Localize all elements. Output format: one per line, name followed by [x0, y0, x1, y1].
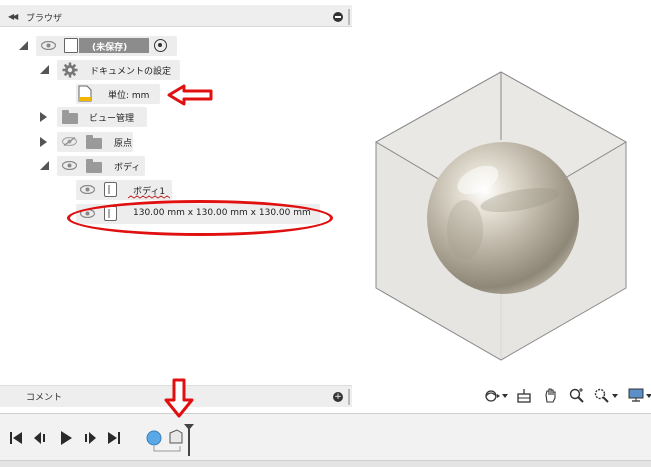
timeline-footer	[0, 460, 651, 467]
component-icon	[64, 38, 78, 53]
timeline-marker	[188, 428, 190, 456]
eye-hidden-icon[interactable]	[62, 137, 77, 146]
units-label: 単位: mm	[108, 91, 150, 101]
timeline-features[interactable]	[144, 424, 200, 458]
panel-divider[interactable]	[348, 9, 350, 25]
expand-triangle-root[interactable]	[19, 41, 28, 50]
annotation-arrow-down	[164, 378, 194, 418]
expand-triangle-view-mgmt[interactable]	[40, 112, 47, 122]
folder-icon	[86, 135, 102, 149]
pan-icon[interactable]	[542, 387, 560, 403]
view-mgmt-label: ビュー管理	[89, 114, 135, 124]
collapse-icon[interactable]: ◀◀	[8, 12, 18, 21]
go-to-start-icon[interactable]	[10, 432, 22, 444]
zoom-icon[interactable]	[568, 387, 586, 403]
body-icon	[104, 182, 117, 197]
bodies-label: ボディ	[114, 163, 141, 173]
eye-icon[interactable]	[62, 161, 77, 170]
gear-icon	[62, 62, 78, 78]
add-comment-icon[interactable]: +	[333, 392, 343, 402]
annotation-arrow-left	[167, 84, 213, 106]
origin-label: 原点	[114, 139, 133, 149]
folder-icon	[86, 159, 102, 173]
eye-icon[interactable]	[80, 185, 95, 194]
document-icon	[78, 85, 92, 102]
activate-radio-icon[interactable]	[154, 39, 167, 52]
playback-controls	[10, 431, 120, 445]
display-icon[interactable]	[627, 387, 645, 403]
panel-divider[interactable]	[348, 389, 350, 405]
look-at-icon[interactable]	[515, 388, 533, 404]
doc-settings-label: ドキュメントの設定	[90, 67, 172, 77]
play-icon[interactable]	[61, 431, 72, 445]
orbit-icon[interactable]	[483, 388, 501, 404]
expand-triangle-doc-settings[interactable]	[40, 65, 49, 74]
expand-triangle-bodies[interactable]	[40, 161, 49, 170]
step-back-icon[interactable]	[34, 432, 45, 444]
underline-marker	[128, 195, 170, 199]
step-forward-icon[interactable]	[85, 432, 96, 444]
go-to-end-icon[interactable]	[108, 432, 120, 444]
folder-icon	[62, 110, 78, 124]
box-feature-icon	[169, 429, 183, 444]
fit-icon[interactable]	[593, 387, 611, 403]
chevron-down-icon[interactable]	[646, 394, 651, 398]
sphere-feature-icon	[146, 430, 162, 446]
expand-triangle-origin[interactable]	[40, 137, 47, 147]
chevron-down-icon[interactable]	[612, 394, 618, 398]
comment-label: コメント	[26, 393, 63, 403]
annotation-ellipse	[67, 200, 333, 236]
root-label: (未保存)	[92, 43, 128, 53]
minimize-icon[interactable]	[333, 12, 343, 22]
model-viewport[interactable]	[370, 70, 632, 362]
chevron-down-icon[interactable]	[502, 394, 508, 398]
eye-icon[interactable]	[41, 41, 56, 50]
browser-title: ブラウザ	[26, 14, 63, 24]
